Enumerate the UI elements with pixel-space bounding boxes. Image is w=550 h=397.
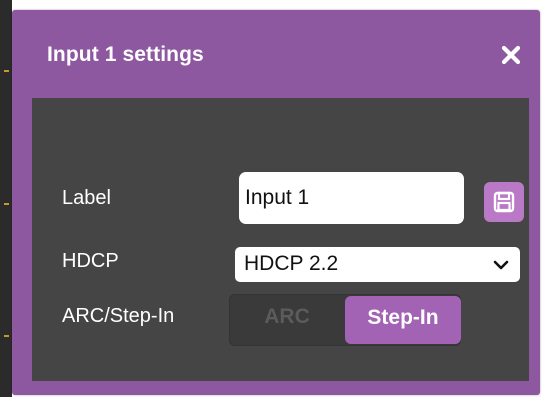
background-mark bbox=[4, 70, 9, 72]
arc-step-in-toggle: ARC Step-In bbox=[229, 294, 461, 346]
hdcp-select[interactable]: HDCP 2.2 bbox=[235, 247, 520, 282]
arc-field-label: ARC/Step-In bbox=[62, 305, 175, 327]
toggle-option-step-in[interactable]: Step-In bbox=[345, 296, 461, 344]
close-button[interactable] bbox=[496, 40, 526, 70]
hdcp-selected-value: HDCP 2.2 bbox=[244, 252, 339, 275]
background-mark bbox=[4, 335, 9, 337]
save-icon bbox=[493, 191, 515, 213]
close-icon bbox=[501, 45, 521, 65]
label-input[interactable] bbox=[239, 172, 464, 224]
background-mark bbox=[4, 203, 9, 205]
dialog-title: Input 1 settings bbox=[47, 43, 204, 66]
dialog-header: Input 1 settings bbox=[12, 10, 540, 98]
label-field-label: Label bbox=[62, 187, 111, 209]
save-button[interactable] bbox=[484, 182, 524, 222]
input-settings-dialog: Input 1 settings Label HDCP HDCP 2.2 ARC… bbox=[12, 10, 540, 395]
chevron-down-icon bbox=[493, 260, 509, 270]
dialog-body: Label HDCP HDCP 2.2 ARC/Step-In ARC Step… bbox=[32, 98, 529, 381]
background-panel bbox=[0, 0, 12, 397]
hdcp-field-label: HDCP bbox=[62, 250, 119, 272]
toggle-option-arc[interactable]: ARC bbox=[229, 294, 345, 346]
